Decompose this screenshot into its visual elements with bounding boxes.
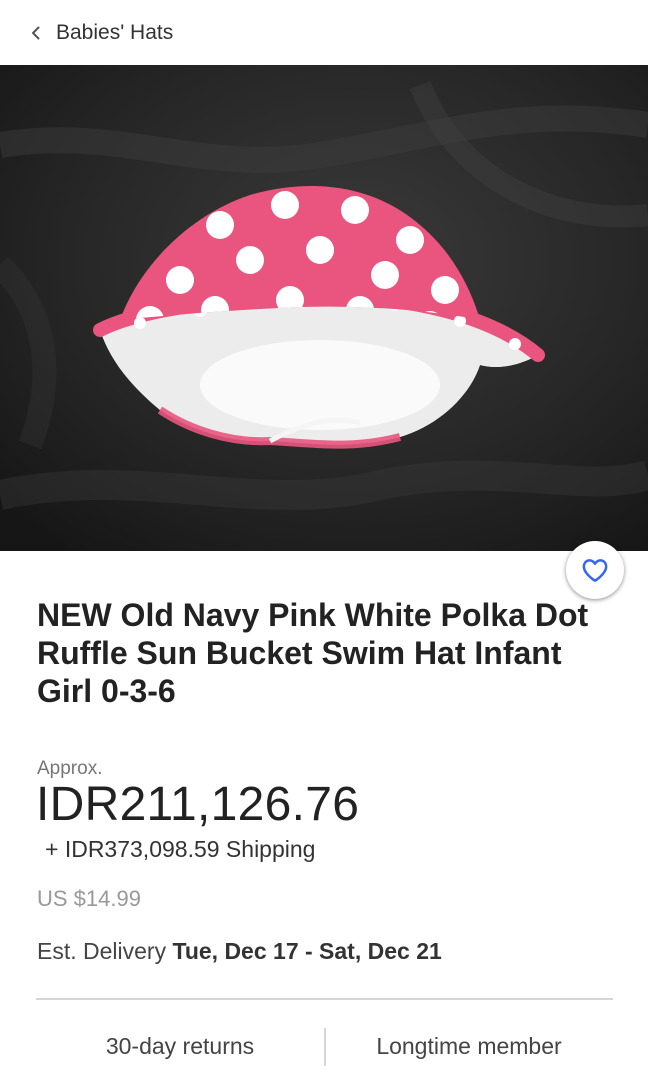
chevron-left-icon — [32, 26, 40, 40]
estimated-delivery: Est. Delivery Tue, Dec 17 - Sat, Dec 21 — [37, 938, 442, 965]
back-label: Babies' Hats — [56, 21, 174, 44]
product-title: NEW Old Navy Pink White Polka Dot Ruffle… — [37, 597, 589, 709]
top-bar: Babies' Hats — [0, 0, 648, 65]
delivery-label: Est. Delivery — [37, 938, 167, 964]
shipping-cost: + IDR373,098.59 Shipping — [45, 836, 316, 862]
watch-button[interactable] — [566, 541, 624, 599]
divider — [36, 998, 613, 1000]
price: IDR211,126.76 — [36, 778, 360, 831]
member-badge[interactable]: Longtime member — [325, 1024, 613, 1068]
product-image[interactable] — [0, 65, 648, 551]
heart-icon — [582, 559, 608, 582]
seller-badges: 30-day returns Longtime member — [36, 1024, 613, 1068]
returns-badge[interactable]: 30-day returns — [36, 1024, 324, 1068]
delivery-dates: Tue, Dec 17 - Sat, Dec 21 — [172, 938, 442, 964]
back-link[interactable]: Babies' Hats — [26, 18, 173, 48]
hat-photo — [0, 65, 648, 551]
original-price: US $14.99 — [37, 886, 141, 911]
